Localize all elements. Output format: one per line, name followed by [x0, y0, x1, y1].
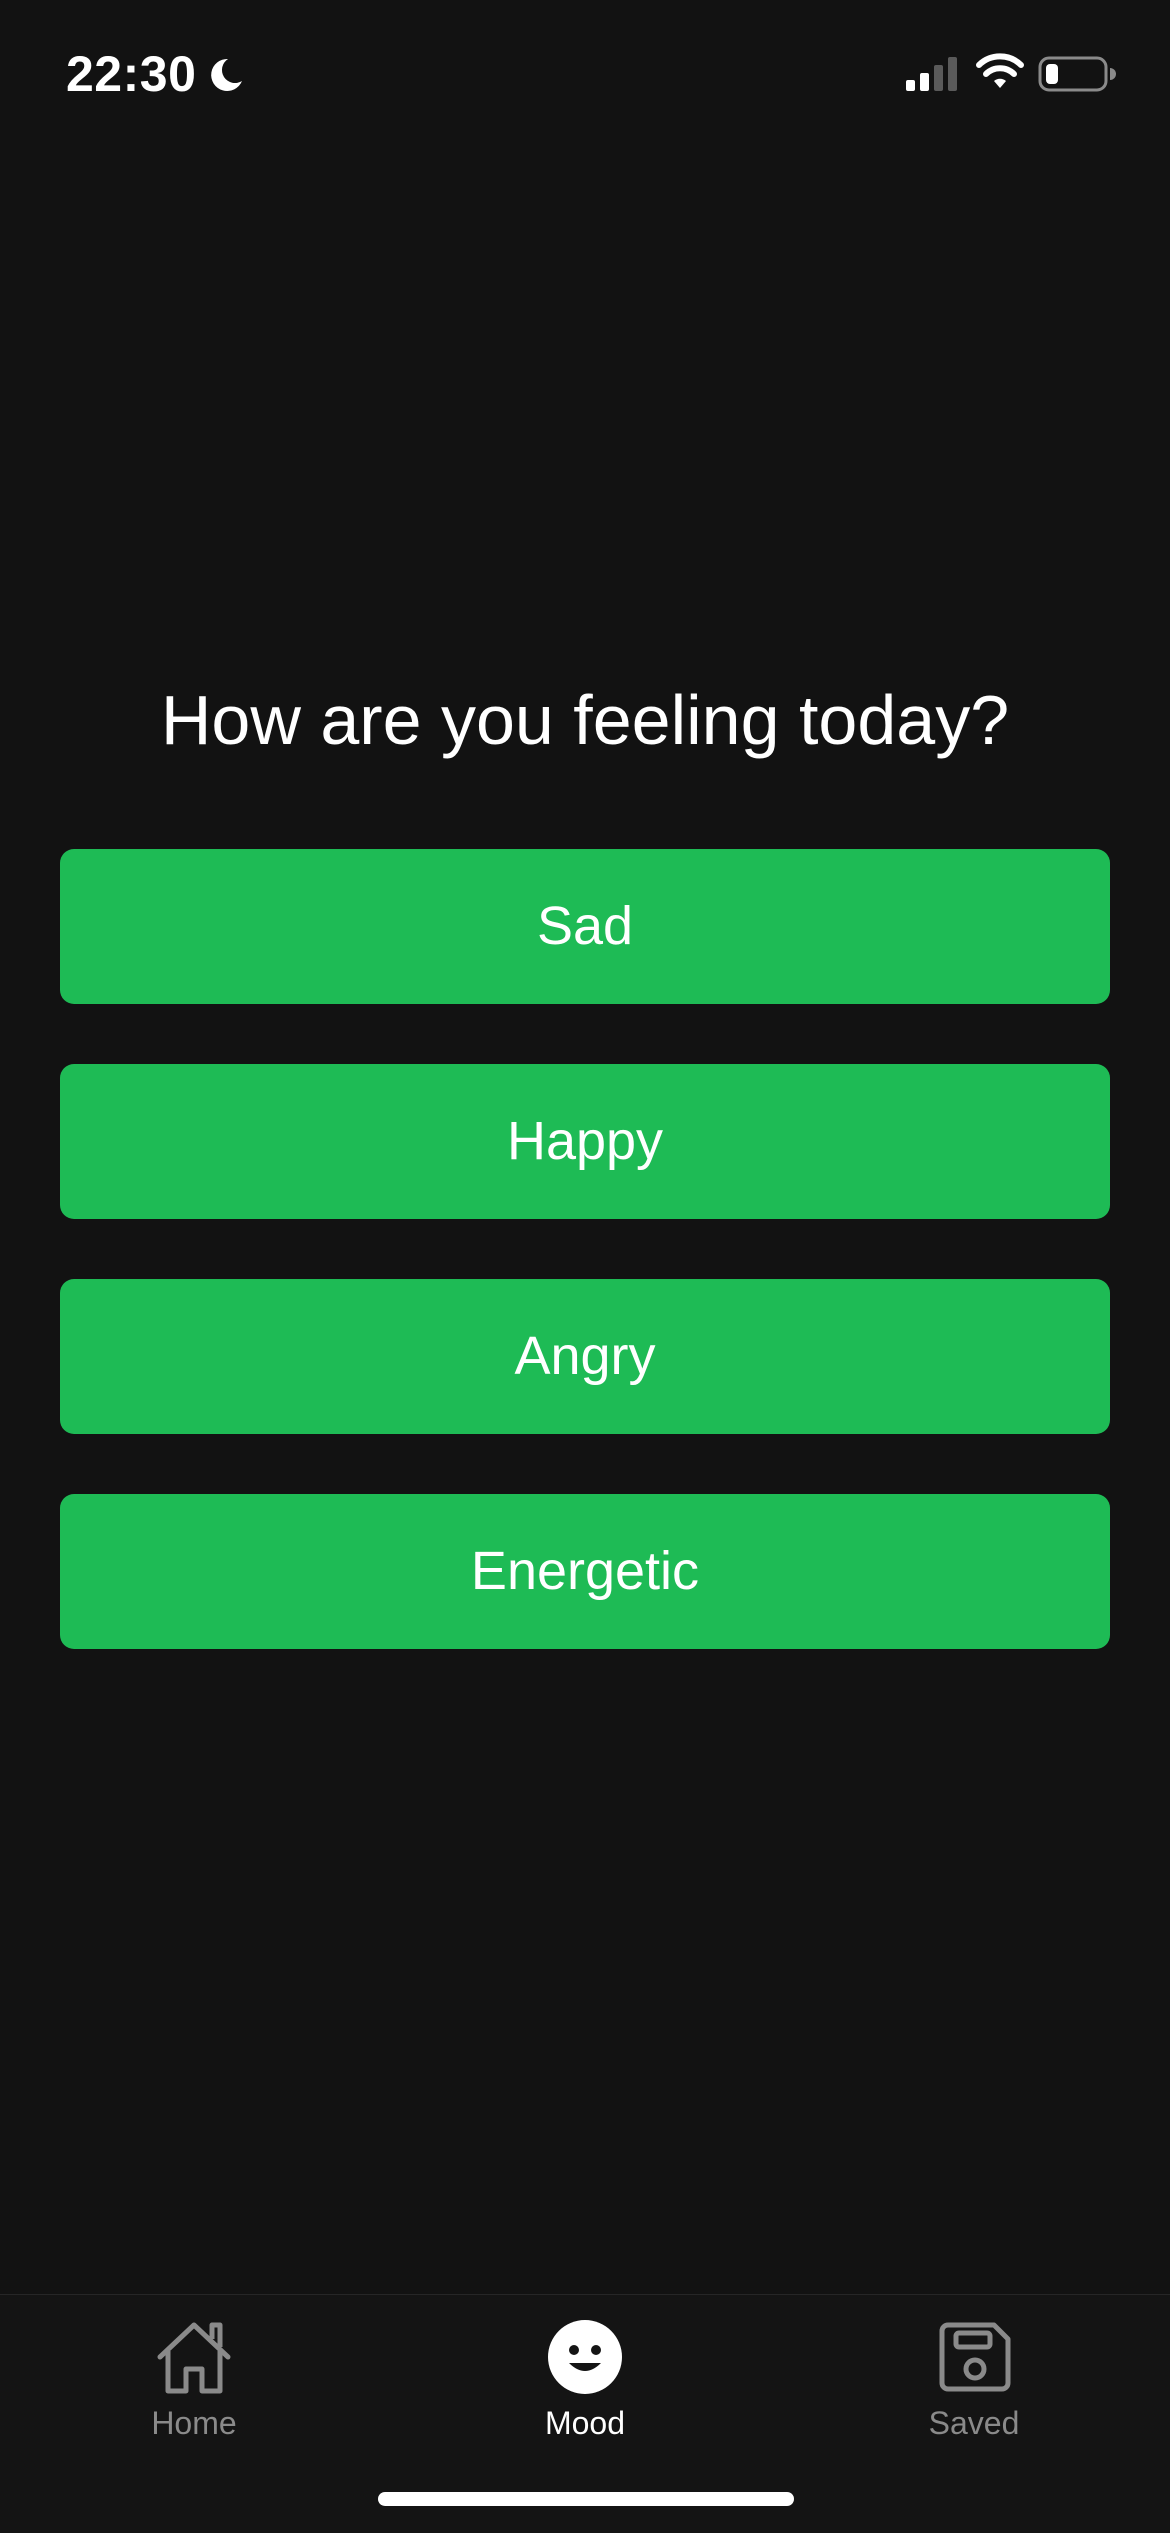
battery-icon — [1038, 56, 1116, 92]
cellular-signal-icon — [906, 57, 957, 91]
mood-button-happy[interactable]: Happy — [60, 1064, 1110, 1219]
tab-saved-label: Saved — [928, 2405, 1020, 2441]
mood-button-energetic[interactable]: Energetic — [60, 1494, 1110, 1649]
floppy-disk-icon — [939, 2322, 1011, 2392]
wifi-icon — [976, 53, 1024, 88]
question-heading: How are you feeling today? — [160, 681, 1010, 759]
mood-button-angry[interactable]: Angry — [60, 1279, 1110, 1434]
tab-home-label: Home — [151, 2405, 237, 2441]
mood-button-sad[interactable]: Sad — [60, 849, 1110, 1004]
tab-mood-label: Mood — [544, 2405, 626, 2441]
status-time: 22:30 — [66, 46, 197, 102]
moon-icon — [211, 58, 242, 91]
status-bar: 22:30 — [0, 0, 1170, 150]
mood-options: Sad Happy Angry Energetic — [60, 849, 1110, 1709]
smiley-face-icon — [548, 2320, 622, 2394]
tab-home[interactable]: Home — [44, 2295, 344, 2465]
house-icon — [157, 2322, 231, 2394]
tab-saved[interactable]: Saved — [824, 2295, 1124, 2465]
tab-mood[interactable]: Mood — [435, 2295, 735, 2465]
home-indicator — [378, 2492, 794, 2506]
